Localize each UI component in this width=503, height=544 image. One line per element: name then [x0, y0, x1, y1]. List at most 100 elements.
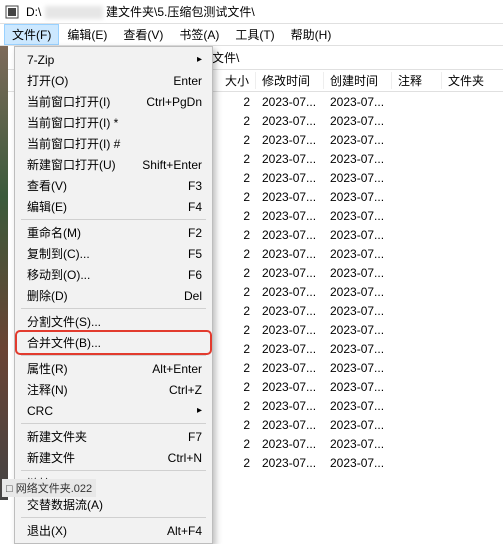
taskbar-thumb[interactable]: □ 网络文件夹.022 [2, 479, 96, 497]
col-size[interactable]: 大小 [220, 72, 256, 89]
menu-item[interactable]: 复制到(C)...F5 [17, 243, 210, 264]
menu-item-label: 7-Zip [27, 53, 54, 67]
menu-item-label: 重命名(M) [27, 224, 81, 241]
menu-item-shortcut: Alt+F4 [167, 524, 202, 538]
menu-separator [21, 355, 206, 356]
menu-item-label: 新建窗口打开(U) [27, 156, 116, 173]
menu-bar: 文件(F)编辑(E)查看(V)书签(A)工具(T)帮助(H) [0, 24, 503, 46]
menu-item-shortcut: F4 [188, 200, 202, 214]
title-suffix: 建文件夹\5.压缩包测试文件\ [106, 5, 255, 19]
menu-separator [21, 470, 206, 471]
menu-item-label: 属性(R) [27, 360, 68, 377]
menu-item-shortcut: F3 [188, 179, 202, 193]
cell-size: 2 [220, 456, 256, 470]
cell-create: 2023-07... [324, 380, 392, 394]
menu-item-shortcut: F6 [188, 268, 202, 282]
menu-item-label: 新建文件夹 [27, 428, 87, 445]
cell-mod: 2023-07... [256, 266, 324, 280]
menu-item[interactable]: 交替数据流(A) [17, 494, 210, 515]
menu-edit[interactable]: 编辑(E) [59, 24, 115, 45]
menu-item-label: 注释(N) [27, 381, 68, 398]
menu-separator [21, 219, 206, 220]
cell-size: 2 [220, 418, 256, 432]
menu-item-label: 查看(V) [27, 177, 67, 194]
cell-mod: 2023-07... [256, 380, 324, 394]
menu-item[interactable]: 7-Zip [17, 49, 210, 70]
menu-item-label: 退出(X) [27, 522, 67, 539]
cell-mod: 2023-07... [256, 456, 324, 470]
col-create[interactable]: 创建时间 [324, 72, 392, 89]
cell-create: 2023-07... [324, 133, 392, 147]
cell-mod: 2023-07... [256, 304, 324, 318]
menu-help[interactable]: 帮助(H) [283, 24, 340, 45]
menu-item[interactable]: CRC [17, 400, 210, 421]
cell-mod: 2023-07... [256, 171, 324, 185]
cell-create: 2023-07... [324, 114, 392, 128]
menu-item[interactable]: 移动到(O)... F6 [17, 264, 210, 285]
menu-item-shortcut: Ctrl+Z [169, 383, 202, 397]
menu-bookmarks[interactable]: 书签(A) [171, 24, 227, 45]
cell-mod: 2023-07... [256, 285, 324, 299]
cell-mod: 2023-07... [256, 209, 324, 223]
menu-item[interactable]: 打开(O)Enter [17, 70, 210, 91]
menu-item[interactable]: 当前窗口打开(I)Ctrl+PgDn [17, 91, 210, 112]
menu-item[interactable]: 编辑(E)F4 [17, 196, 210, 217]
menu-item[interactable]: 当前窗口打开(I) * [17, 112, 210, 133]
cell-size: 2 [220, 190, 256, 204]
cell-mod: 2023-07... [256, 228, 324, 242]
cell-create: 2023-07... [324, 190, 392, 204]
cell-create: 2023-07... [324, 437, 392, 451]
menu-item-label: 当前窗口打开(I) [27, 93, 110, 110]
cell-size: 2 [220, 95, 256, 109]
menu-item[interactable]: 分割文件(S)... [17, 311, 210, 332]
menu-item[interactable]: 删除(D)Del [17, 285, 210, 306]
cell-size: 2 [220, 304, 256, 318]
cell-size: 2 [220, 285, 256, 299]
menu-item[interactable]: 新建文件夹F7 [17, 426, 210, 447]
menu-item[interactable]: 当前窗口打开(I) # [17, 133, 210, 154]
title-bar: D:\ 建文件夹\5.压缩包测试文件\ [0, 0, 503, 24]
menu-tools[interactable]: 工具(T) [227, 24, 282, 45]
title-redacted [45, 6, 103, 19]
menu-item-shortcut: Del [184, 289, 202, 303]
cell-create: 2023-07... [324, 247, 392, 261]
cell-size: 2 [220, 247, 256, 261]
7z-icon [4, 4, 20, 20]
menu-item[interactable]: 注释(N) Ctrl+Z [17, 379, 210, 400]
cell-mod: 2023-07... [256, 95, 324, 109]
col-mod[interactable]: 修改时间 [256, 72, 324, 89]
cell-create: 2023-07... [324, 418, 392, 432]
file-menu-dropdown: 7-Zip打开(O)Enter当前窗口打开(I)Ctrl+PgDn当前窗口打开(… [14, 46, 213, 544]
cell-size: 2 [220, 152, 256, 166]
cell-size: 2 [220, 209, 256, 223]
cell-create: 2023-07... [324, 399, 392, 413]
cell-mod: 2023-07... [256, 437, 324, 451]
menu-item[interactable]: 重命名(M)F2 [17, 222, 210, 243]
menu-item-label: 移动到(O)... [27, 266, 90, 283]
menu-item[interactable]: 查看(V) F3 [17, 175, 210, 196]
col-folder[interactable]: 文件夹 [442, 72, 503, 89]
menu-item-shortcut: Alt+Enter [152, 362, 202, 376]
menu-item-shortcut: F5 [188, 247, 202, 261]
cell-size: 2 [220, 266, 256, 280]
menu-item-label: 当前窗口打开(I) * [27, 114, 118, 131]
cell-create: 2023-07... [324, 266, 392, 280]
menu-item[interactable]: 新建窗口打开(U)Shift+Enter [17, 154, 210, 175]
col-comment[interactable]: 注释 [392, 72, 442, 89]
cell-mod: 2023-07... [256, 247, 324, 261]
cell-create: 2023-07... [324, 209, 392, 223]
menu-item-label: 当前窗口打开(I) # [27, 135, 120, 152]
menu-separator [21, 517, 206, 518]
menu-file[interactable]: 文件(F) [4, 24, 59, 45]
cell-size: 2 [220, 399, 256, 413]
menu-view[interactable]: 查看(V) [115, 24, 171, 45]
menu-item[interactable]: 退出(X) Alt+F4 [17, 520, 210, 541]
cell-size: 2 [220, 228, 256, 242]
menu-item[interactable]: 合并文件(B)... [17, 332, 210, 353]
cell-mod: 2023-07... [256, 418, 324, 432]
cell-size: 2 [220, 133, 256, 147]
menu-item-label: 合并文件(B)... [27, 334, 101, 351]
menu-item[interactable]: 属性(R) Alt+Enter [17, 358, 210, 379]
menu-item[interactable]: 新建文件Ctrl+N [17, 447, 210, 468]
cell-size: 2 [220, 437, 256, 451]
